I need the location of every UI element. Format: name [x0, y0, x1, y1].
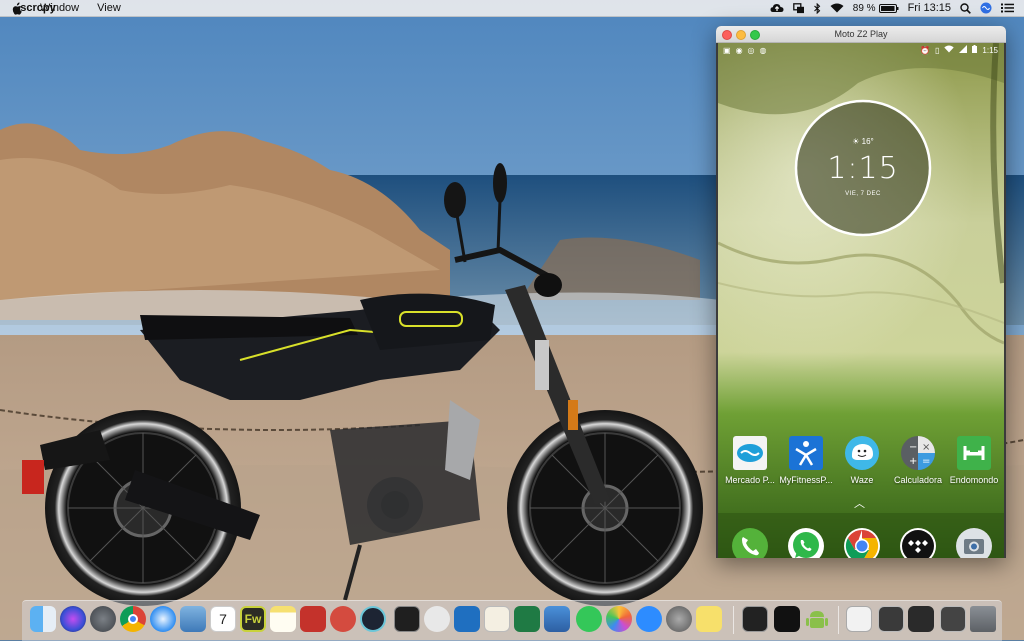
tidal-icon[interactable] [899, 527, 937, 558]
scrcpy-phone-window[interactable]: Moto Z2 Play ▣ ◉ ◎ ◍ ⏰ ▯ 1:15 ☀ 16° 1:15… [716, 26, 1006, 558]
whatsapp-icon[interactable] [787, 527, 825, 558]
chrome-icon[interactable] [843, 527, 881, 558]
svg-text:+: + [909, 456, 917, 467]
system-preferences-icon[interactable] [666, 606, 692, 632]
message-notification-icon: ◍ [759, 45, 767, 55]
bluetooth-icon[interactable] [813, 2, 821, 14]
widget-date: VIE, 7 DEC [845, 191, 881, 197]
gitkraken-icon[interactable] [360, 606, 386, 632]
svg-text:×: × [922, 442, 930, 453]
camera-icon[interactable] [955, 527, 993, 558]
menu-bar: scrcpy Window View 89 % Fri 13:15 [0, 0, 1024, 17]
app-label: Endomondo [949, 475, 999, 485]
tidal-icon[interactable] [774, 606, 800, 632]
activity-monitor-icon[interactable] [742, 606, 768, 632]
notification-app-icon: ▣ [723, 45, 731, 55]
dock-separator [733, 606, 734, 634]
phone-status-time: 1:15 [982, 45, 998, 55]
textedit-icon[interactable] [484, 606, 510, 632]
screenshot-icon[interactable] [908, 606, 934, 632]
app-label: Calculadora [893, 475, 943, 485]
notes-icon[interactable] [270, 606, 296, 632]
screen-mirror-icon[interactable] [792, 2, 805, 14]
battery-percentage: 89 % [852, 2, 876, 14]
messages-icon[interactable] [576, 606, 602, 632]
menu-view[interactable]: View [88, 0, 130, 16]
app-calculadora[interactable]: − × + = Calculadora [889, 435, 947, 485]
filezilla-icon[interactable] [300, 606, 326, 632]
svg-text:−: − [909, 442, 917, 453]
document-icon[interactable] [846, 606, 872, 632]
preview-icon[interactable] [180, 606, 206, 632]
siri-icon[interactable] [980, 2, 992, 14]
keynote-icon[interactable] [544, 606, 570, 632]
cisco-icon[interactable] [330, 606, 356, 632]
app-endomondo[interactable]: Endomondo [945, 435, 1003, 485]
clock-widget[interactable]: ☀ 16° 1:15 VIE, 7 DEC [794, 99, 932, 237]
finder-icon[interactable] [30, 606, 56, 632]
app-label: Waze [850, 475, 874, 485]
stickies-icon[interactable] [696, 606, 722, 632]
app-label: MyFitnessP... [779, 475, 833, 485]
photos-icon[interactable] [606, 606, 632, 632]
phone-dialer-icon[interactable] [731, 527, 769, 558]
app-myfitnesspal[interactable]: MyFitnessP... [777, 435, 835, 485]
alarm-icon: ⏰ [920, 45, 931, 55]
phone-battery-icon [972, 45, 978, 55]
phone-screen[interactable]: ▣ ◉ ◎ ◍ ⏰ ▯ 1:15 ☀ 16° 1:15 VIE, 7 DEC M… [718, 43, 1004, 558]
calendar-icon[interactable]: 7 [210, 606, 236, 632]
sun-weather-icon: ☀ [852, 137, 860, 146]
weather-temperature: 16° [861, 137, 874, 146]
instagram-notification-icon: ◎ [747, 45, 755, 55]
launchpad-icon[interactable] [90, 606, 116, 632]
trash-icon[interactable] [970, 606, 996, 632]
dock-separator [838, 606, 839, 634]
vscode-icon[interactable] [454, 606, 480, 632]
app-mercado-pago[interactable]: Mercado P... [721, 435, 779, 485]
safari-icon[interactable] [150, 606, 176, 632]
android-icon[interactable] [804, 606, 830, 632]
phone-status-bar: ▣ ◉ ◎ ◍ ⏰ ▯ 1:15 [718, 43, 1004, 57]
wifi-signal-icon [944, 45, 955, 55]
chrome-icon[interactable] [120, 606, 146, 632]
wifi-icon[interactable] [830, 3, 844, 13]
excel-icon[interactable] [514, 606, 540, 632]
myfitnesspal-icon [788, 435, 824, 471]
app-menu-scrcpy[interactable]: scrcpy [0, 0, 76, 16]
window-title: Moto Z2 Play [834, 29, 888, 39]
app-drawer-chevron-up-icon[interactable]: ︿ [854, 495, 865, 511]
window-titlebar[interactable]: Moto Z2 Play [716, 26, 1006, 43]
whatsapp-notification-icon: ◉ [735, 45, 743, 55]
mercado-pago-icon [732, 435, 768, 471]
notification-center-icon[interactable] [1001, 3, 1014, 13]
widget-clock-time: 1:15 [827, 151, 899, 186]
spotlight-search-icon[interactable] [960, 2, 971, 14]
menubar-clock[interactable]: Fri 13:15 [908, 2, 951, 14]
sequel-pro-icon[interactable] [424, 606, 450, 632]
app-label: Mercado P... [725, 475, 775, 485]
siri-icon[interactable] [60, 606, 86, 632]
endomondo-icon [956, 435, 992, 471]
cell-signal-icon [959, 45, 968, 55]
cloud-upload-icon[interactable] [770, 3, 784, 13]
app-waze[interactable]: Waze [833, 435, 891, 485]
screenshot-icon[interactable] [940, 606, 966, 632]
terminal-icon[interactable] [394, 606, 420, 632]
display-icon[interactable] [878, 606, 904, 632]
zoom-icon[interactable] [636, 606, 662, 632]
calculator-icon: − × + = [900, 435, 936, 471]
fireworks-icon[interactable]: Fw [240, 606, 266, 632]
svg-text:=: = [922, 456, 930, 467]
waze-icon [844, 435, 880, 471]
vibrate-icon: ▯ [935, 45, 940, 55]
battery-icon[interactable] [878, 3, 899, 13]
